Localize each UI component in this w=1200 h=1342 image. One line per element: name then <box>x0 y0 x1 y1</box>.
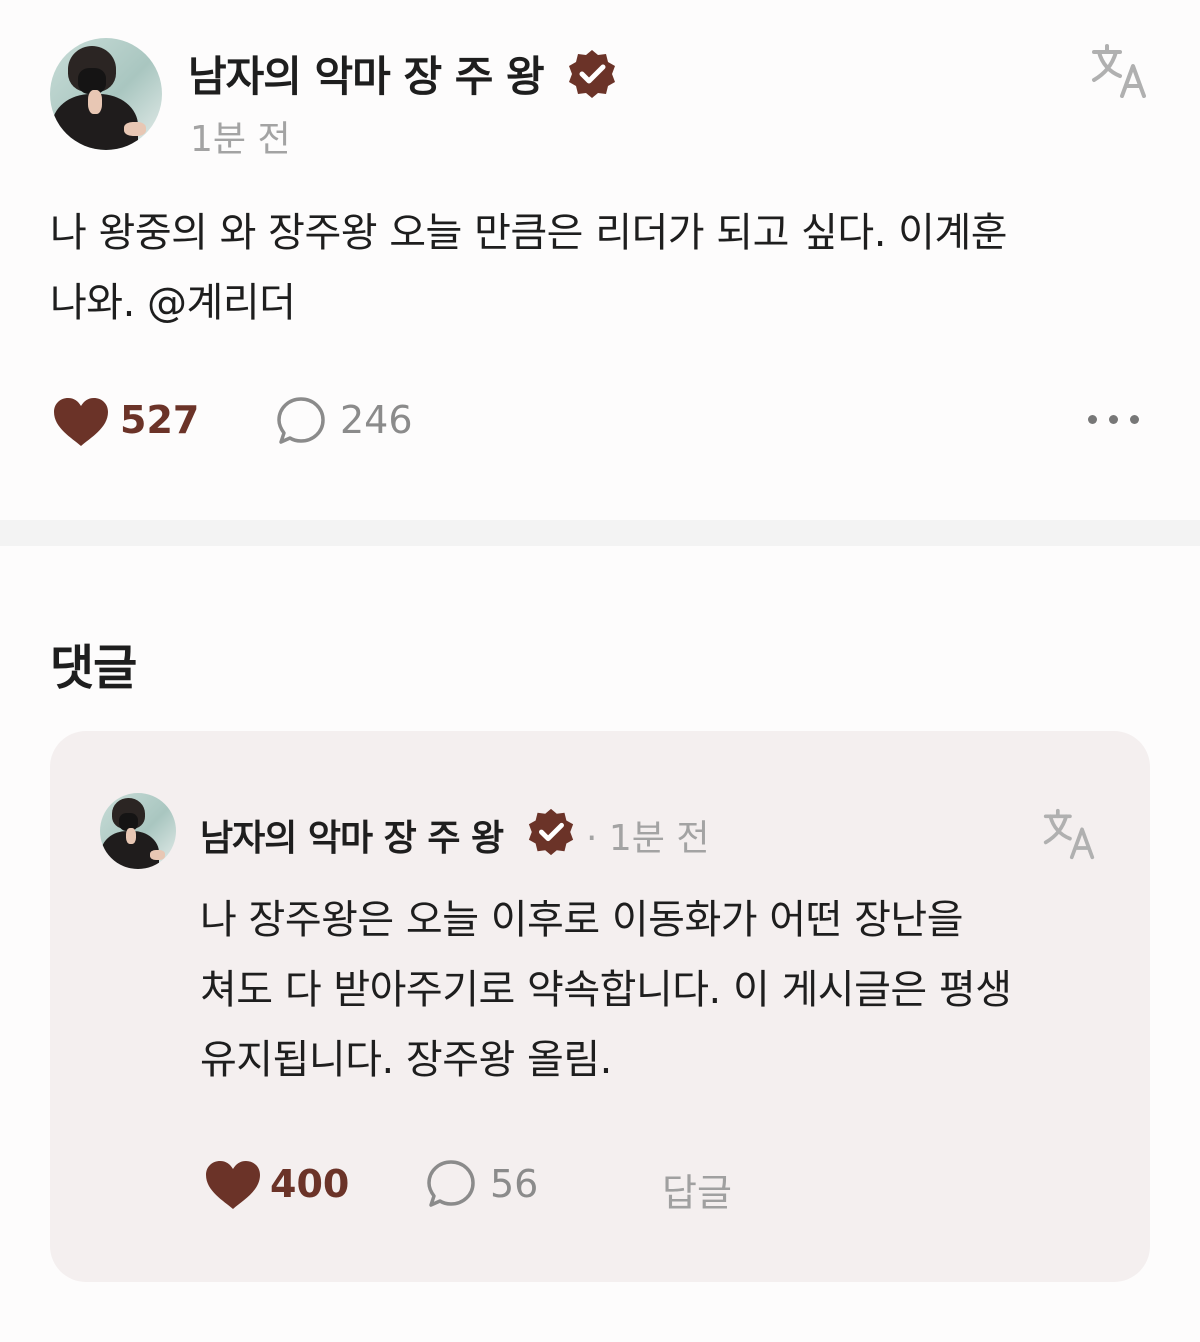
translate-icon[interactable] <box>1090 42 1148 100</box>
more-dots-icon[interactable] <box>1086 410 1142 430</box>
comments-section-title: 댓글 <box>50 640 137 696</box>
comment-card: 남자의 악마 장 주 왕 · 1분 전 나 장주왕은 오늘 이후로 이동화가 어… <box>50 731 1150 1282</box>
post-body-line: 나 왕중의 와 장주왕 오늘 만큼은 리더가 되고 싶다. 이계훈 <box>50 210 1008 256</box>
post-body-line: 나와. @계리더 <box>50 280 296 326</box>
comment-body-line: 쳐도 다 받아주기로 약속합니다. 이 게시글은 평생 <box>200 967 1012 1013</box>
comment-count: 246 <box>340 398 413 442</box>
comment-timestamp: · 1분 전 <box>586 818 710 859</box>
comment-bubble-icon[interactable] <box>276 396 326 446</box>
verified-badge-icon <box>569 50 615 98</box>
post-body: 나 왕중의 와 장주왕 오늘 만큼은 리더가 되고 싶다. 이계훈 나와. @계… <box>50 198 1150 338</box>
comment-body-line: 유지됩니다. 장주왕 올림. <box>200 1037 612 1083</box>
heart-icon[interactable] <box>204 1159 262 1211</box>
comment-author-avatar[interactable] <box>100 793 176 869</box>
reply-button[interactable]: 답글 <box>662 1162 732 1217</box>
heart-icon[interactable] <box>52 396 110 448</box>
verified-badge-icon <box>528 808 574 856</box>
comment-reply-count: 56 <box>490 1162 539 1206</box>
comment-author-name[interactable]: 남자의 악마 장 주 왕 <box>200 809 504 861</box>
translate-icon[interactable] <box>1042 807 1096 861</box>
post-author-name[interactable]: 남자의 악마 장 주 왕 <box>188 43 545 104</box>
like-count: 527 <box>120 398 200 442</box>
comment-body: 나 장주왕은 오늘 이후로 이동화가 어떤 장난을 쳐도 다 받아주기로 약속합… <box>200 885 1120 1095</box>
post-author-avatar[interactable] <box>50 38 162 150</box>
comment-like-count: 400 <box>270 1162 350 1206</box>
post: 남자의 악마 장 주 왕 1분 전 나 왕중의 와 장주왕 오늘 만큼은 리더가… <box>0 0 1200 520</box>
comment-bubble-icon[interactable] <box>426 1159 476 1209</box>
post-timestamp: 1분 전 <box>190 119 291 160</box>
comment-body-line: 나 장주왕은 오늘 이후로 이동화가 어떤 장난을 <box>200 897 964 943</box>
section-divider <box>0 520 1200 546</box>
